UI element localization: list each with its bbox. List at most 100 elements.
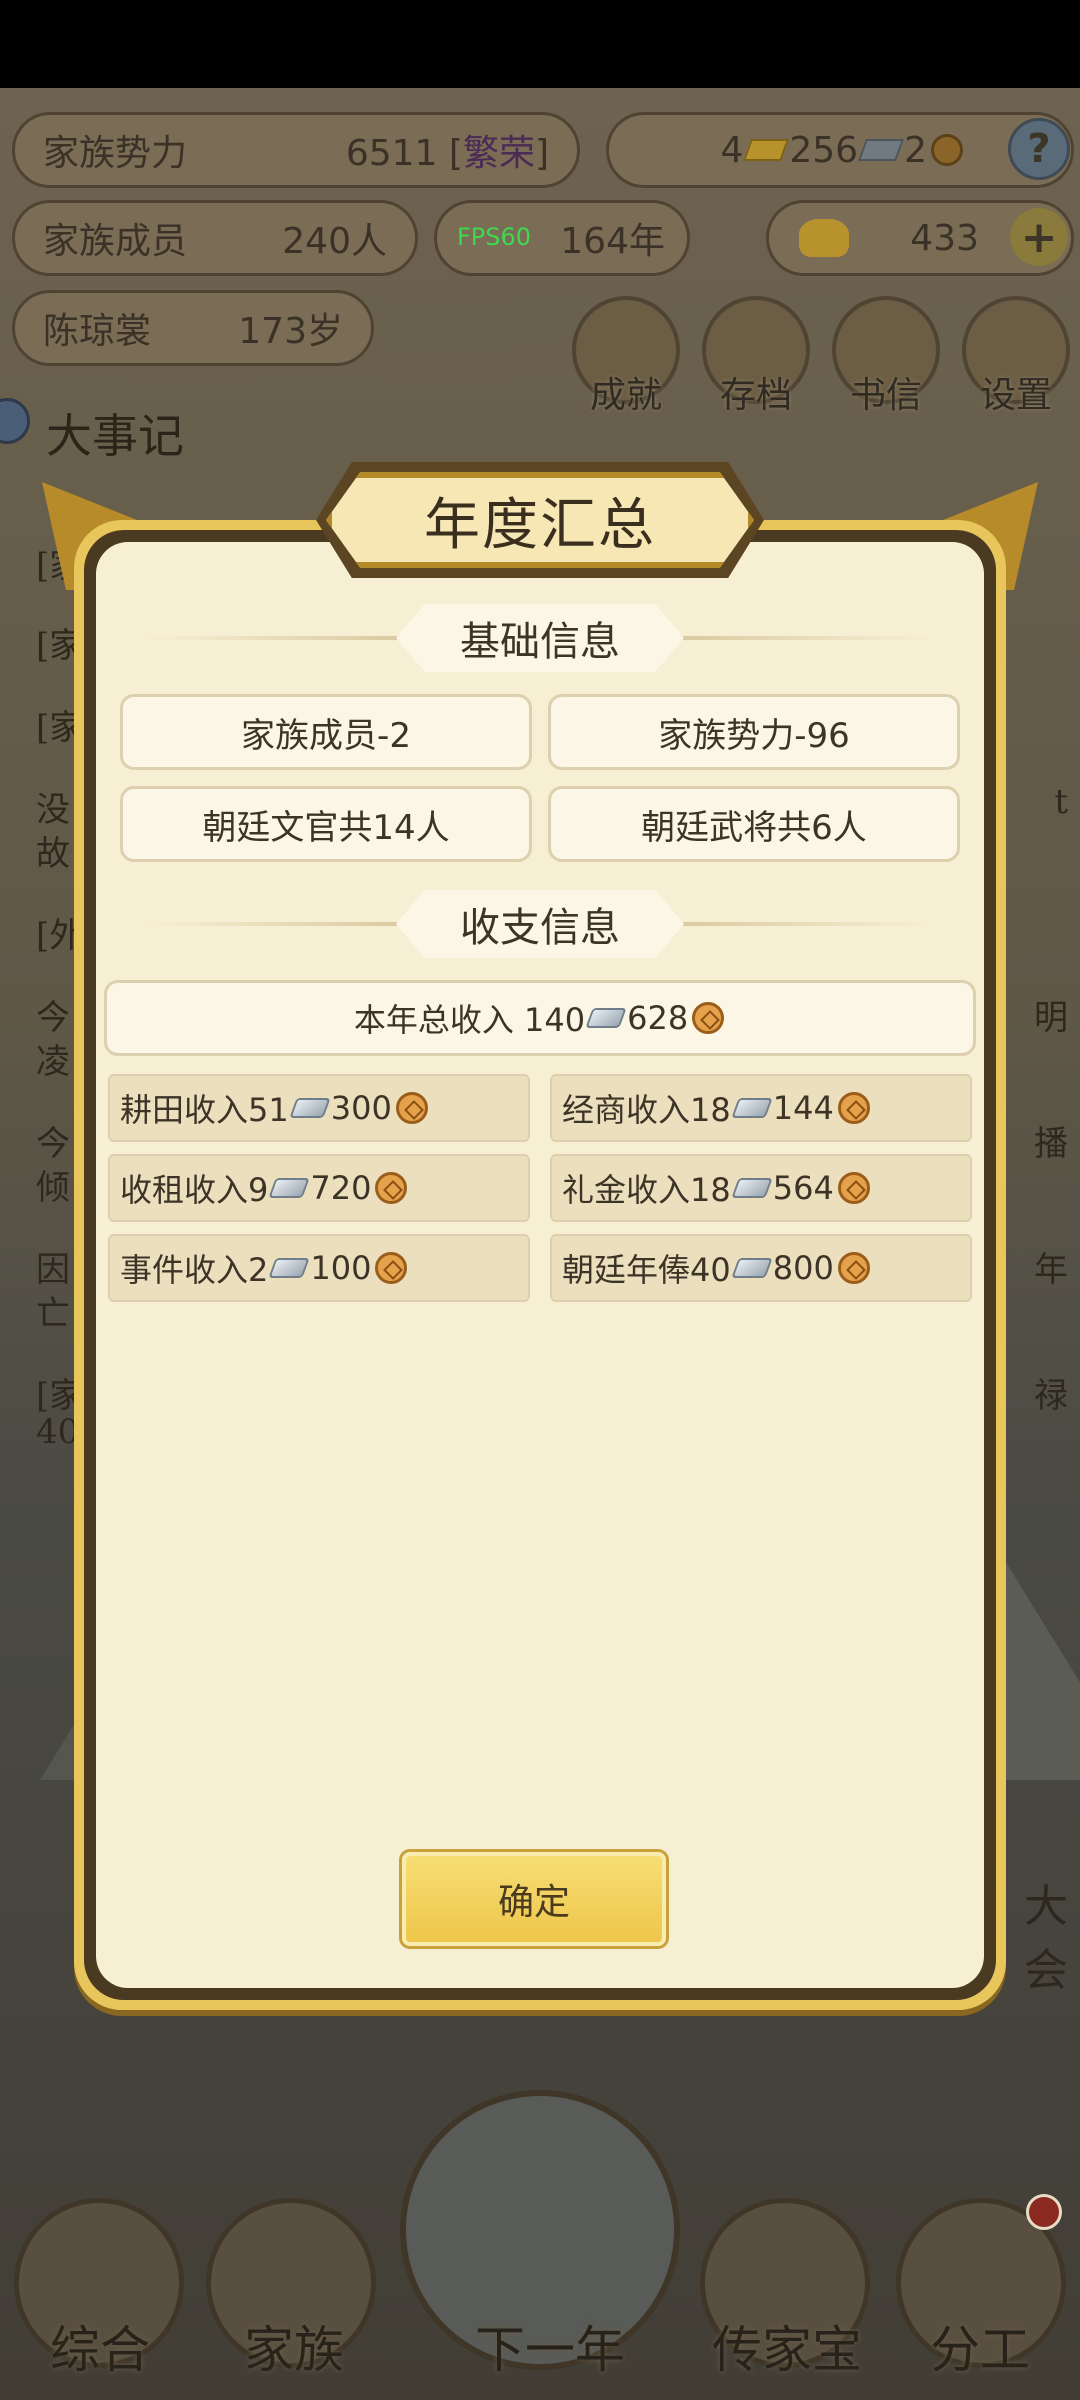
income-item: 礼金收入18 564 xyxy=(550,1154,972,1222)
silver-ingot-icon xyxy=(731,1258,773,1278)
income-label: 事件收入2 xyxy=(120,1251,269,1289)
chronicle-fragment-right: t xyxy=(1054,782,1068,822)
divider-line xyxy=(144,636,414,640)
silver-ingot-icon xyxy=(268,1258,311,1278)
civil-officials-box: 朝廷文官共14人 xyxy=(120,786,532,862)
add-ingot-button[interactable]: + xyxy=(1010,208,1068,266)
copper-coin-icon xyxy=(837,1092,870,1124)
chronicle-fragment-right: 禄 xyxy=(1034,1376,1068,1416)
income-item: 收租收入9 720 xyxy=(108,1154,530,1222)
total-income-coin: 628 xyxy=(627,999,689,1037)
person-name: 陈琼裳 xyxy=(43,311,152,352)
income-label: 经商收入18 xyxy=(562,1091,731,1129)
currency-values: 4 256 2 xyxy=(720,130,965,171)
chronicle-fragment-right: 明 xyxy=(1034,998,1068,1038)
status-bar xyxy=(0,0,1080,88)
silver-ingot-icon xyxy=(731,1178,773,1198)
copper-coin-icon xyxy=(375,1252,408,1284)
person-age: 173岁 xyxy=(238,311,343,352)
income-label: 收租收入9 xyxy=(120,1171,269,1209)
copper-coin-icon xyxy=(837,1252,870,1284)
nav-label-overview[interactable]: 综合 xyxy=(20,2310,180,2382)
chronicle-title: 大事记 xyxy=(46,409,184,463)
income-item: 事件收入2 100 xyxy=(108,1234,530,1302)
chronicle-fragment: 凌 xyxy=(36,1042,70,1082)
income-info-header: 收支信息 xyxy=(144,890,936,958)
year-value: 164年 xyxy=(560,221,665,262)
family-members-pill[interactable]: 家族成员 240人 xyxy=(12,200,418,276)
chronicle-fragment: 故 xyxy=(36,834,70,874)
menu-label-save[interactable]: 存档 xyxy=(696,366,816,418)
silver-count: 256 xyxy=(789,129,859,171)
income-coin: 800 xyxy=(772,1249,834,1287)
chronicle-fragment: 因 xyxy=(36,1250,70,1290)
menu-label-achievement[interactable]: 成就 xyxy=(566,366,686,418)
silver-ingot-icon xyxy=(268,1178,311,1198)
income-coin: 564 xyxy=(772,1169,834,1207)
income-coin: 300 xyxy=(330,1089,392,1127)
income-label: 礼金收入18 xyxy=(562,1171,731,1209)
gold-count: 4 xyxy=(720,129,744,171)
nav-label-family[interactable]: 家族 xyxy=(214,2310,374,2382)
power-change-box: 家族势力-96 xyxy=(548,694,960,770)
income-item: 朝廷年俸40 800 xyxy=(550,1234,972,1302)
dialog-title: 年度汇总 xyxy=(424,492,656,558)
coin-count: 2 xyxy=(904,129,927,171)
year-pill: FPS60 164年 xyxy=(434,200,690,276)
chronicle-fragment-right: 年 xyxy=(1034,1250,1068,1290)
nav-label-heirloom[interactable]: 传家宝 xyxy=(692,2310,882,2382)
chronicle-fragment-right: 会 xyxy=(1024,1945,1068,1996)
divider-line xyxy=(144,922,414,926)
military-generals-box: 朝廷武将共6人 xyxy=(548,786,960,862)
gold-bar-icon xyxy=(743,139,790,161)
divider-line xyxy=(666,636,936,640)
copper-coin-icon xyxy=(692,1002,725,1034)
chronicle-fragment-right: 播 xyxy=(1034,1124,1068,1164)
copper-coin-icon xyxy=(931,134,963,166)
chronicle-fragment: 倾 xyxy=(36,1168,70,1208)
total-income-box: 本年总收入 140 628 xyxy=(104,980,976,1056)
menu-label-letter[interactable]: 书信 xyxy=(826,366,946,418)
members-change-box: 家族成员-2 xyxy=(120,694,532,770)
family-power-value: 6511 [繁荣] xyxy=(345,133,549,174)
family-power-rank: 繁荣 xyxy=(462,133,535,174)
silver-ingot-icon xyxy=(731,1098,773,1118)
basic-info-title: 基础信息 xyxy=(396,604,684,672)
basic-info-header: 基础信息 xyxy=(144,604,936,672)
income-info-title: 收支信息 xyxy=(396,890,684,958)
divider-line xyxy=(666,922,936,926)
help-button[interactable]: ? xyxy=(1008,118,1070,180)
family-power-pill[interactable]: 家族势力 6511 [繁荣] xyxy=(12,112,580,188)
chronicle-fragment: 亡 xyxy=(36,1294,70,1334)
family-power-label: 家族势力 xyxy=(43,133,188,174)
currency-pill[interactable]: 4 256 2 xyxy=(606,112,1074,188)
chronicle-fragment: 40 xyxy=(36,1412,80,1452)
ingot-count: 433 xyxy=(910,217,979,259)
income-coin: 144 xyxy=(772,1089,834,1127)
income-label: 耕田收入51 xyxy=(120,1091,289,1129)
nav-label-next-year[interactable]: 下一年 xyxy=(440,2310,660,2382)
silver-ingot-icon xyxy=(585,1008,627,1028)
total-income-label: 本年总收入 140 xyxy=(353,1001,586,1039)
menu-label-settings[interactable]: 设置 xyxy=(956,366,1076,418)
title-plaque: 年度汇总 xyxy=(326,472,754,568)
nav-label-assignment[interactable]: 分工 xyxy=(900,2310,1060,2382)
chronicle-fragment: 今 xyxy=(36,998,70,1038)
income-item: 耕田收入51 300 xyxy=(108,1074,530,1142)
fps-counter: FPS60 xyxy=(457,223,532,251)
income-coin: 720 xyxy=(310,1169,372,1207)
confirm-button[interactable]: 确定 xyxy=(402,1852,666,1946)
copper-coin-icon xyxy=(837,1172,870,1204)
person-pill[interactable]: 陈琼裳 173岁 xyxy=(12,290,374,366)
silver-ingot-icon xyxy=(858,139,905,161)
gold-ingot-icon xyxy=(799,219,849,257)
income-label: 朝廷年俸40 xyxy=(562,1251,731,1289)
silver-ingot-icon xyxy=(289,1098,331,1118)
copper-coin-icon xyxy=(375,1172,408,1204)
income-item: 经商收入18 144 xyxy=(550,1074,972,1142)
chronicle-fragment-right: 大 xyxy=(1024,1881,1068,1932)
notification-dot xyxy=(1026,2194,1062,2230)
chronicle-fragment: 没 xyxy=(36,790,70,830)
chronicle-fragment: 今 xyxy=(36,1124,70,1164)
family-members-value: 240人 xyxy=(282,221,387,262)
